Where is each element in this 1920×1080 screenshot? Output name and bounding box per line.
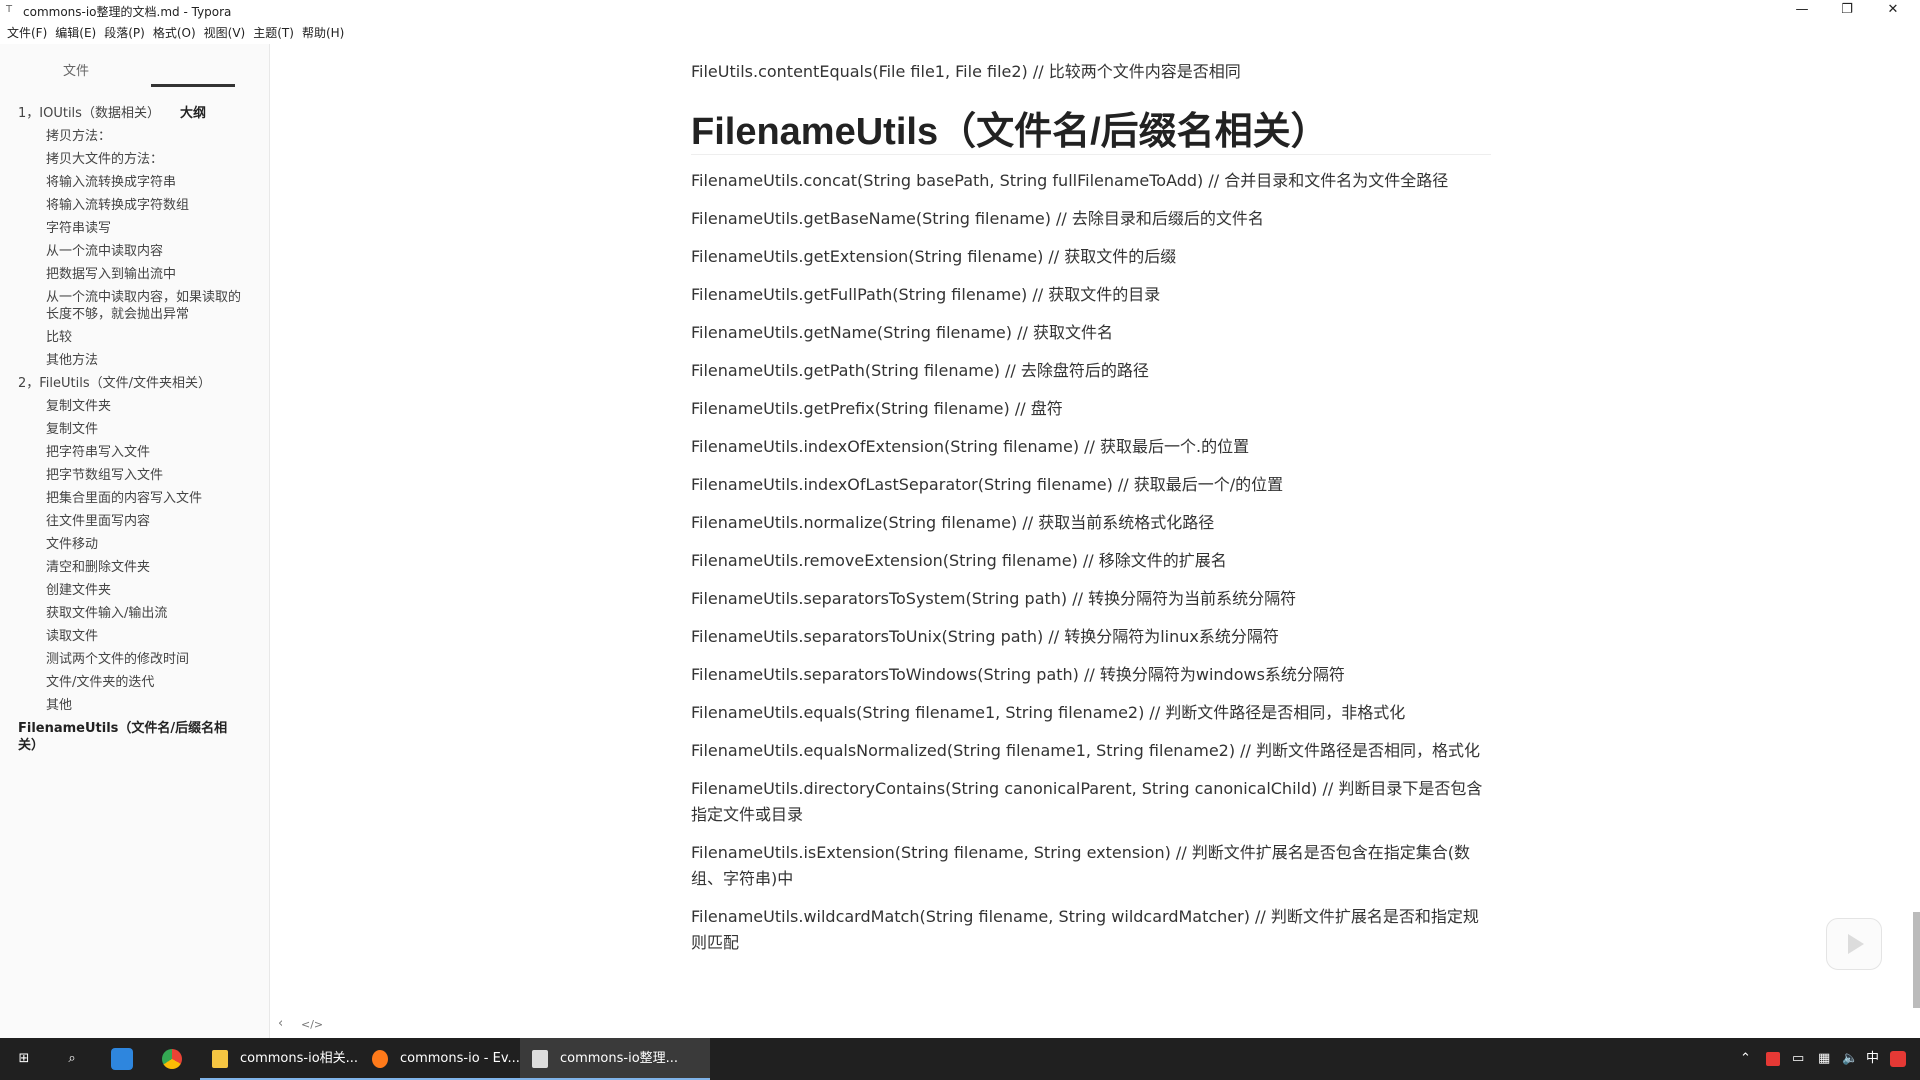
api-line: FilenameUtils.isExtension(String filenam…	[691, 843, 1471, 888]
tab-files[interactable]: 文件	[63, 60, 89, 79]
outline-item[interactable]: 复制文件	[0, 418, 269, 441]
scrollbar-thumb[interactable]	[1913, 912, 1920, 1008]
search-icon[interactable]: ⌕	[48, 1038, 96, 1080]
sidebar-tabs: 文件 大纲	[0, 44, 269, 121]
typora-icon	[532, 1050, 548, 1068]
app-icon-1[interactable]	[98, 1038, 146, 1080]
outline-item[interactable]: 从一个流中读取内容	[0, 240, 269, 263]
heading-filenameutils: FilenameUtils（文件名/后缀名相关）	[691, 111, 1329, 153]
api-line: FilenameUtils.equals(String filename1, S…	[691, 703, 1406, 722]
api-line: FilenameUtils.getBaseName(String filenam…	[691, 209, 1264, 228]
api-line: FilenameUtils.normalize(String filename)…	[691, 513, 1215, 532]
chrome-icon[interactable]	[148, 1038, 196, 1080]
outline-item[interactable]: 读取文件	[0, 625, 269, 648]
tray-app-icon[interactable]	[1766, 1038, 1780, 1080]
menu-view[interactable]: 视图(V)	[200, 22, 250, 44]
taskbar: ⊞ ⌕ commons-io相关... commons-io - Ev... c…	[0, 1038, 1920, 1080]
outline-item[interactable]: 清空和删除文件夹	[0, 556, 269, 579]
active-tab-indicator	[151, 84, 235, 87]
restore-button[interactable]: ❐	[1825, 0, 1869, 22]
outline-item[interactable]: 往文件里面写内容	[0, 510, 269, 533]
outline-item[interactable]: 拷贝方法：	[0, 125, 269, 148]
tray-chevron-icon[interactable]: ⌃	[1740, 1038, 1751, 1080]
api-line: FilenameUtils.indexOfLastSeparator(Strin…	[691, 475, 1284, 494]
network-icon[interactable]: ▦	[1818, 1038, 1830, 1080]
floating-play-button[interactable]	[1826, 918, 1882, 970]
menu-edit[interactable]: 编辑(E)	[51, 22, 100, 44]
outline-item[interactable]: 2，FileUtils（文件/文件夹相关）	[0, 372, 269, 395]
outline-item[interactable]: 其他	[0, 694, 269, 717]
minimize-button[interactable]: —	[1780, 0, 1824, 22]
outline-item[interactable]: 复制文件夹	[0, 395, 269, 418]
windows-start-icon[interactable]: ⊞	[0, 1038, 48, 1080]
api-list: FilenameUtils.concat(String basePath, St…	[691, 168, 1491, 968]
api-line: FilenameUtils.getExtension(String filena…	[691, 247, 1177, 266]
api-line: FilenameUtils.wildcardMatch(String filen…	[691, 907, 1479, 952]
outline-item[interactable]: 字符串读写	[0, 217, 269, 240]
api-line: FilenameUtils.equalsNormalized(String fi…	[691, 741, 1481, 760]
api-line: FilenameUtils.getFullPath(String filenam…	[691, 285, 1161, 304]
menu-format[interactable]: 格式(O)	[149, 22, 200, 44]
api-line: FilenameUtils.separatorsToWindows(String…	[691, 665, 1345, 684]
play-icon	[1848, 934, 1864, 954]
outline-item[interactable]: 创建文件夹	[0, 579, 269, 602]
outline-item[interactable]: 文件/文件夹的迭代	[0, 671, 269, 694]
typora-app-icon: T	[6, 4, 13, 15]
source-code-mode-icon[interactable]: </>	[301, 1018, 323, 1031]
outline-item[interactable]: 其他方法	[0, 349, 269, 372]
everything-search-icon	[372, 1050, 388, 1068]
outline-item[interactable]: 把字节数组写入文件	[0, 464, 269, 487]
menu-bar: 文件(F) 编辑(E) 段落(P) 格式(O) 视图(V) 主题(T) 帮助(H)	[0, 22, 1920, 44]
outline-item[interactable]: 获取文件输入/输出流	[0, 602, 269, 625]
folder-icon	[212, 1050, 228, 1068]
outline-item[interactable]: 1，IOUtils（数据相关）	[0, 102, 269, 125]
api-line: FilenameUtils.separatorsToSystem(String …	[691, 589, 1297, 608]
window-title: commons-io整理的文档.md - Typora	[23, 5, 232, 19]
outline-item[interactable]: 比较	[0, 326, 269, 349]
api-line: FilenameUtils.separatorsToUnix(String pa…	[691, 627, 1279, 646]
collapse-sidebar-icon[interactable]: ‹	[278, 1016, 283, 1031]
outline-list: 1，IOUtils（数据相关） 拷贝方法： 拷贝大文件的方法： 将输入流转换成字符串将…	[0, 102, 269, 754]
api-line: FilenameUtils.concat(String basePath, St…	[691, 171, 1449, 190]
outline-item[interactable]: 将输入流转换成字符数组	[0, 194, 269, 217]
menu-help[interactable]: 帮助(H)	[298, 22, 348, 44]
volume-icon[interactable]: 🔈	[1842, 1038, 1858, 1080]
api-line: FilenameUtils.getName(String filename) /…	[691, 323, 1113, 342]
api-line: FilenameUtils.indexOfExtension(String fi…	[691, 437, 1250, 456]
taskbar-app-label: commons-io相关...	[240, 1051, 359, 1066]
menu-file[interactable]: 文件(F)	[3, 22, 51, 44]
taskbar-app-typora[interactable]: commons-io整理...	[520, 1038, 710, 1080]
sogou-input-icon[interactable]	[1890, 1038, 1906, 1080]
outline-item[interactable]: 文件移动	[0, 533, 269, 556]
heading-divider	[691, 154, 1491, 155]
ime-indicator[interactable]: 中	[1866, 1038, 1879, 1080]
battery-icon[interactable]: ▭	[1792, 1038, 1804, 1080]
outline-item[interactable]: 测试两个文件的修改时间	[0, 648, 269, 671]
outline-item[interactable]: FilenameUtils（文件名/后缀名相关）	[0, 717, 269, 754]
sidebar: 文件 大纲 1，IOUtils（数据相关） 拷贝方法： 拷贝大文件的方法： 将输入流转…	[0, 44, 323, 1038]
menu-paragraph[interactable]: 段落(P)	[100, 22, 149, 44]
sidebar-footer: ‹ </>	[0, 1010, 323, 1038]
taskbar-app-label: commons-io整理...	[560, 1051, 679, 1066]
paragraph: FileUtils.contentEquals(File file1, File…	[691, 62, 1241, 81]
api-line: FilenameUtils.getPath(String filename) /…	[691, 361, 1149, 380]
outline-item[interactable]: 把集合里面的内容写入文件	[0, 487, 269, 510]
outline-item[interactable]: 将输入流转换成字符串	[0, 171, 269, 194]
outline-item[interactable]: 把字符串写入文件	[0, 441, 269, 464]
outline-item[interactable]: 把数据写入到输出流中	[0, 263, 269, 286]
close-button[interactable]: ✕	[1871, 0, 1915, 22]
taskbar-app-label: commons-io - Ev...	[400, 1051, 520, 1066]
api-line: FilenameUtils.getPrefix(String filename)…	[691, 399, 1063, 418]
api-line: FilenameUtils.removeExtension(String fil…	[691, 551, 1227, 570]
api-line: FilenameUtils.directoryContains(String c…	[691, 779, 1483, 824]
menu-theme[interactable]: 主题(T)	[249, 22, 298, 44]
outline-item[interactable]: 从一个流中读取内容，如果读取的长度不够，就会抛出异常	[0, 286, 269, 326]
outline-item[interactable]: 拷贝大文件的方法：	[0, 148, 269, 171]
title-bar: T commons-io整理的文档.md - Typora — ❐ ✕	[0, 0, 1920, 22]
